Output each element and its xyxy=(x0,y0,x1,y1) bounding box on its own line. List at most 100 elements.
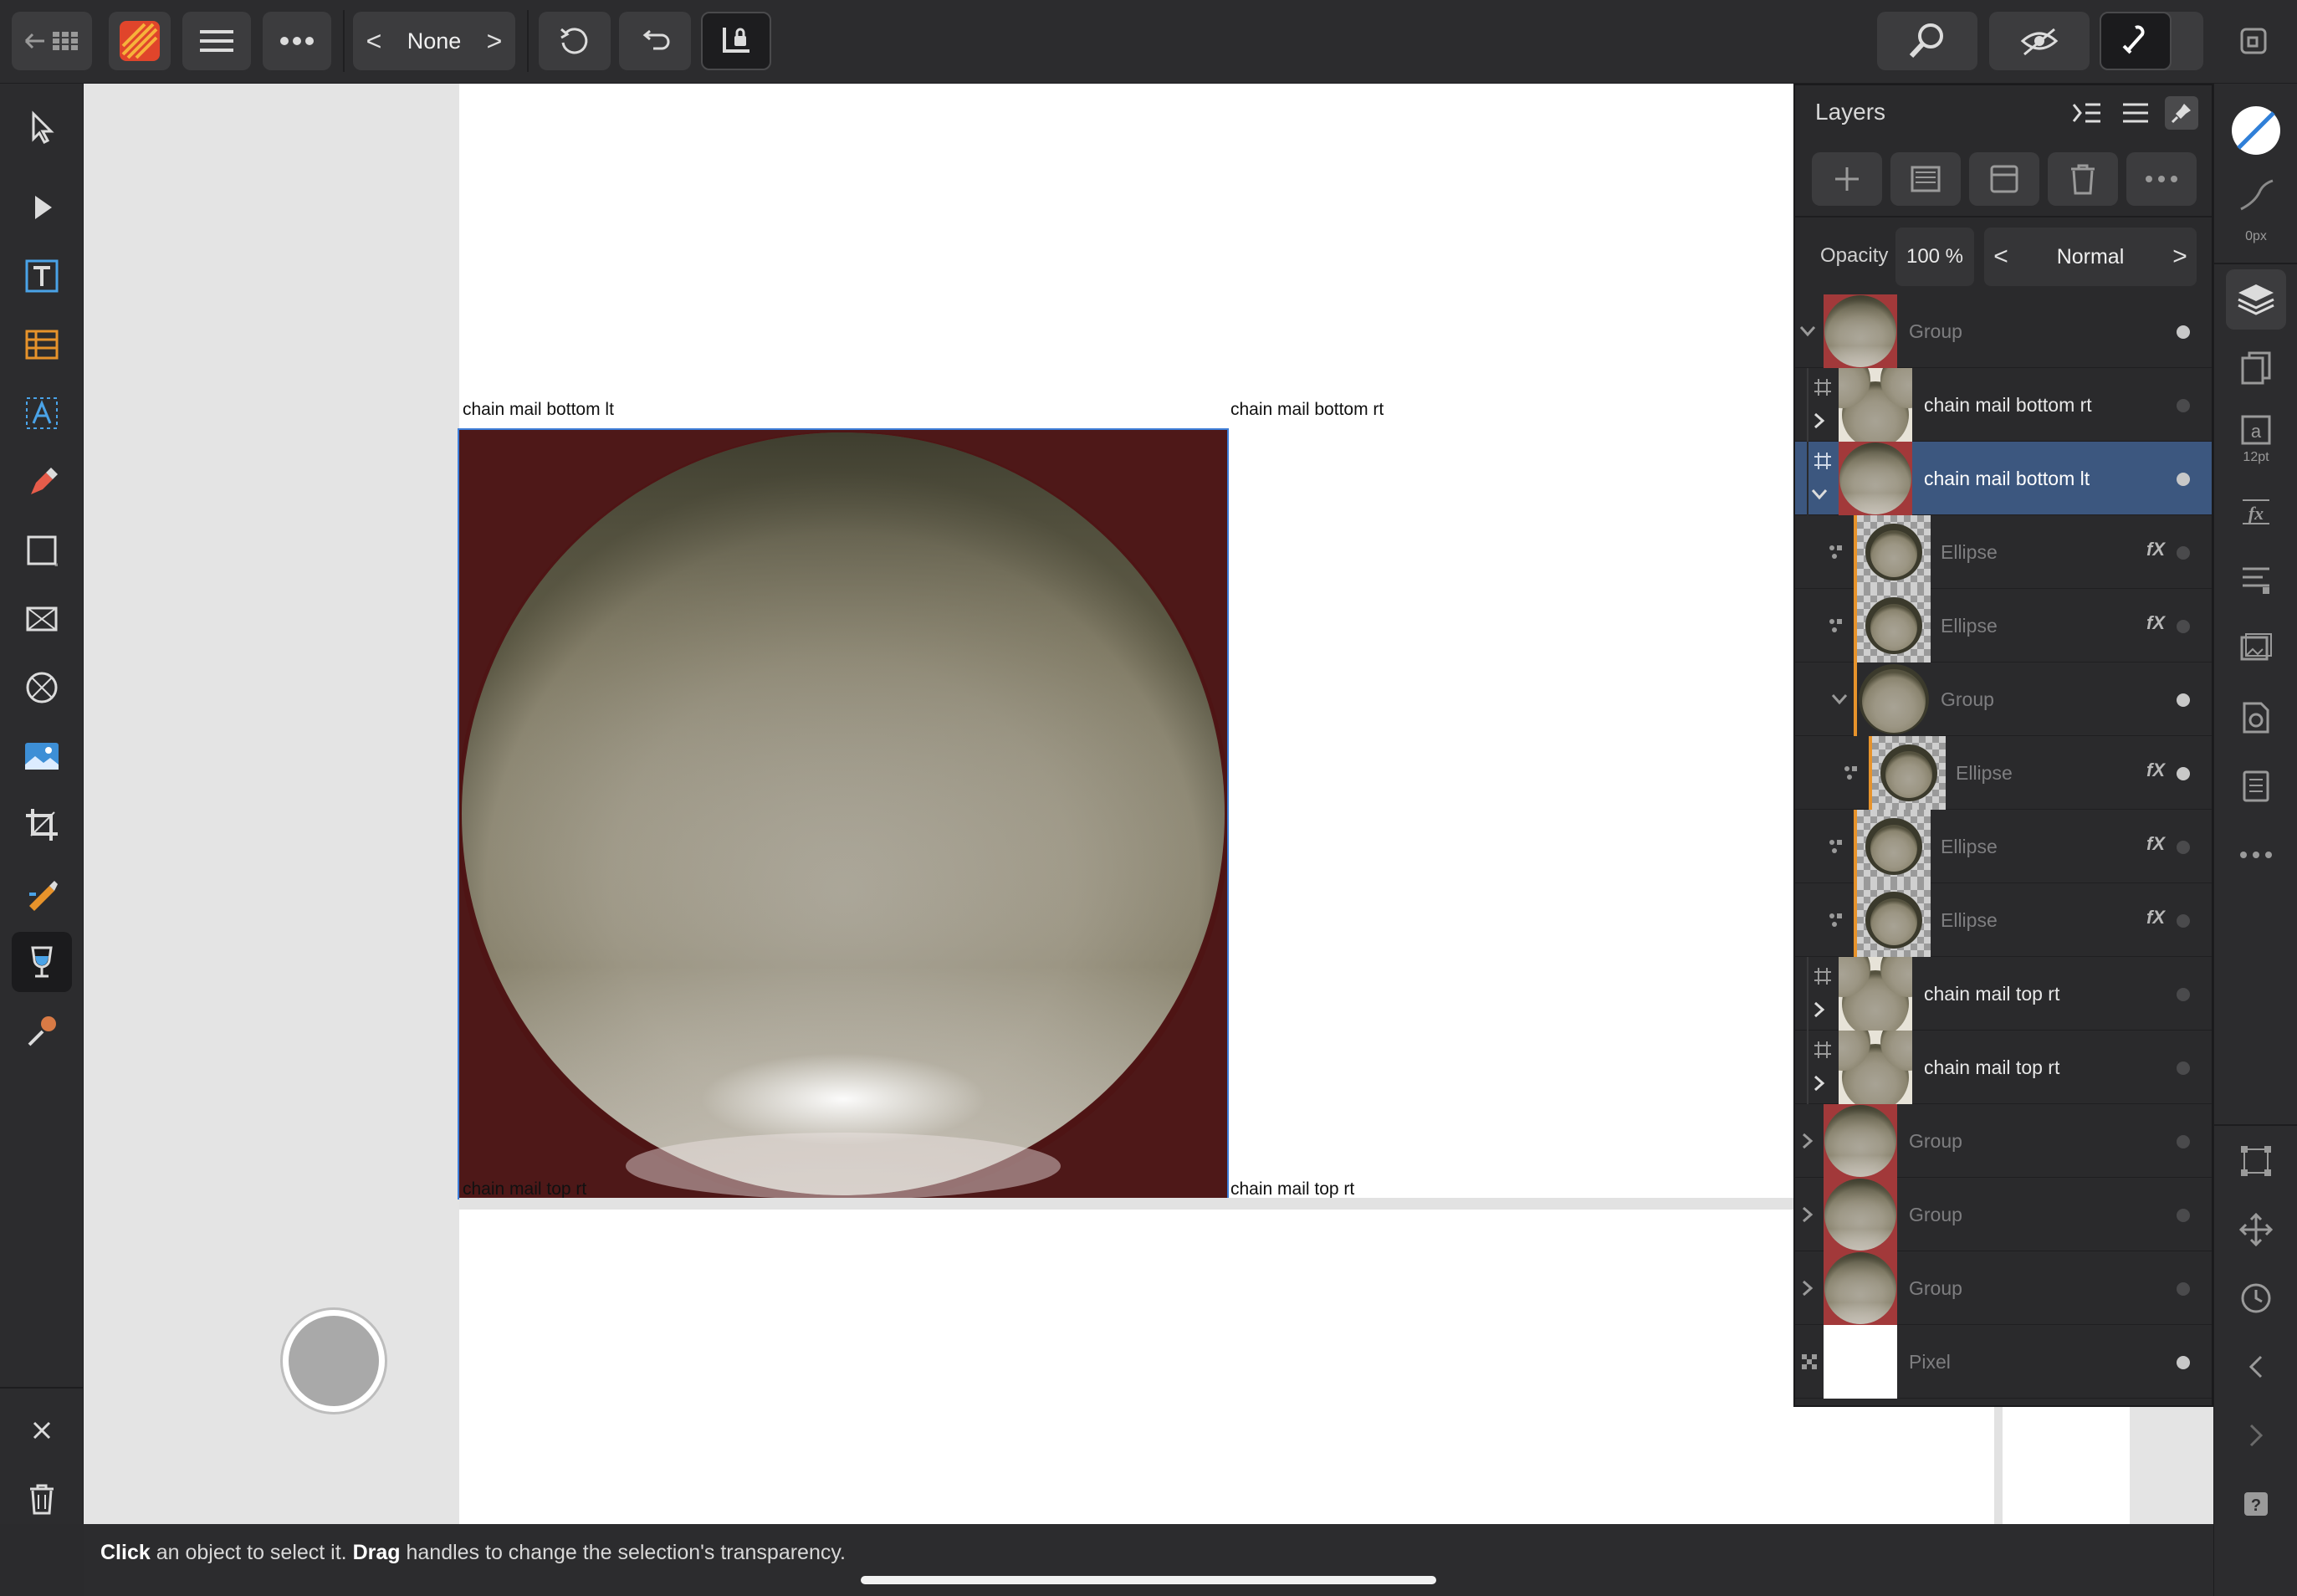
place-image-tool[interactable] xyxy=(12,726,72,786)
history-button[interactable] xyxy=(619,12,691,70)
layer-row[interactable]: Ellipse fX xyxy=(1795,736,2212,810)
text-styles-studio-button[interactable] xyxy=(2226,550,2286,611)
resource-manager-button[interactable] xyxy=(2226,619,2286,679)
expand-chevron[interactable] xyxy=(1795,316,1820,346)
transform-studio-button[interactable] xyxy=(2226,1131,2286,1191)
expand-chevron[interactable] xyxy=(1808,408,1830,433)
layer-row-selected[interactable]: chain mail bottom lt xyxy=(1795,442,2212,515)
more-options-button[interactable] xyxy=(263,12,331,70)
navigator-studio-button[interactable] xyxy=(2226,1200,2286,1260)
expand-chevron[interactable] xyxy=(1795,1126,1820,1156)
layer-visibility-dot[interactable] xyxy=(2177,399,2190,412)
layer-row[interactable]: Group xyxy=(1795,662,2212,736)
layer-visibility-dot[interactable] xyxy=(2177,1356,2190,1369)
fill-tool[interactable] xyxy=(12,863,72,923)
more-studios-button[interactable] xyxy=(2226,825,2286,885)
stock-studio-button[interactable] xyxy=(2226,756,2286,816)
layer-row[interactable]: Pixel xyxy=(1795,1325,2212,1399)
fx-badge[interactable]: fX xyxy=(2146,907,2165,928)
layer-visibility-dot[interactable] xyxy=(2177,693,2190,707)
layer-visibility-dot[interactable] xyxy=(2177,1209,2190,1222)
layer-row[interactable]: Ellipse fX xyxy=(1795,589,2212,662)
layer-row[interactable]: Ellipse fX xyxy=(1795,810,2212,883)
undo-button[interactable] xyxy=(539,12,611,70)
artboard-label-top-rt-right[interactable]: chain mail top rt xyxy=(1230,1179,1354,1200)
character-studio-button[interactable]: a xyxy=(2226,407,2286,453)
fx-badge[interactable]: fX xyxy=(2146,612,2165,634)
layers-studio-button[interactable] xyxy=(2226,269,2286,330)
expand-chevron[interactable] xyxy=(1808,997,1830,1022)
blend-mode-selector[interactable]: < Normal > xyxy=(1984,228,2197,286)
doc-nav-label[interactable]: None xyxy=(395,12,473,70)
layer-row[interactable]: Group xyxy=(1795,1251,2212,1325)
doc-prev-button[interactable]: < xyxy=(353,12,395,70)
layer-row[interactable]: chain mail top rt xyxy=(1795,1031,2212,1104)
layer-visibility-dot[interactable] xyxy=(2177,841,2190,854)
layer-row[interactable]: chain mail top rt xyxy=(1795,957,2212,1031)
blend-prev-button[interactable]: < xyxy=(1984,228,2018,286)
lock-button[interactable] xyxy=(701,12,771,70)
expand-chevron[interactable] xyxy=(1827,684,1852,714)
layer-visibility-dot[interactable] xyxy=(2177,1135,2190,1148)
close-context-button[interactable] xyxy=(12,1400,72,1460)
artistic-text-tool[interactable] xyxy=(12,383,72,443)
picture-frame-tool[interactable] xyxy=(12,589,72,649)
fx-badge[interactable]: fX xyxy=(2146,760,2165,781)
snapping-button[interactable] xyxy=(2100,12,2203,70)
layer-row[interactable]: Group xyxy=(1795,294,2212,368)
layers-collapse-button[interactable] xyxy=(2068,94,2106,132)
color-swatch-button[interactable] xyxy=(2226,100,2286,161)
layer-visibility-dot[interactable] xyxy=(2177,473,2190,486)
pages-studio-button[interactable] xyxy=(2226,338,2286,398)
layer-more-options-button[interactable] xyxy=(2126,152,2197,206)
artboard-label-bottom-rt[interactable]: chain mail bottom rt xyxy=(1230,400,1384,420)
document-settings-button[interactable] xyxy=(2226,688,2286,748)
effects-studio-button[interactable]: fx xyxy=(2226,482,2286,542)
color-picker-tool[interactable] xyxy=(12,1000,72,1061)
artboard-label-top-rt-left[interactable]: chain mail top rt xyxy=(463,1179,586,1200)
add-group-button[interactable] xyxy=(1969,152,2039,206)
artboard-chain-mail-bottom-lt[interactable] xyxy=(458,428,1229,1200)
frame-text-tool[interactable] xyxy=(12,246,72,306)
zoom-button[interactable] xyxy=(1877,12,1977,70)
rectangle-tool[interactable] xyxy=(12,520,72,581)
add-mask-button[interactable] xyxy=(1890,152,1961,206)
menu-button[interactable] xyxy=(182,12,251,70)
table-tool[interactable] xyxy=(12,315,72,375)
window-mode-button[interactable] xyxy=(2220,12,2287,70)
expand-chevron[interactable] xyxy=(1795,1200,1820,1230)
layer-visibility-dot[interactable] xyxy=(2177,988,2190,1001)
layer-row[interactable]: Group xyxy=(1795,1104,2212,1178)
collapse-strip-button[interactable] xyxy=(2226,1337,2286,1397)
layers-menu-button[interactable] xyxy=(2116,94,2155,132)
command-controller-button[interactable] xyxy=(283,1310,385,1412)
affinity-designer-persona-button[interactable] xyxy=(109,12,171,70)
layer-row[interactable]: Ellipse fX xyxy=(1795,515,2212,589)
layer-visibility-dot[interactable] xyxy=(2177,1061,2190,1075)
history-studio-button[interactable] xyxy=(2226,1268,2286,1328)
back-to-documents-button[interactable] xyxy=(12,12,92,70)
artboard-label-bottom-lt[interactable]: chain mail bottom lt xyxy=(463,400,614,420)
layer-row[interactable]: chain mail bottom rt xyxy=(1795,368,2212,442)
pen-tool[interactable] xyxy=(12,452,72,512)
doc-next-button[interactable]: > xyxy=(473,12,515,70)
expand-chevron[interactable] xyxy=(1808,1071,1830,1096)
crop-tool[interactable] xyxy=(12,795,72,855)
transparency-tool[interactable] xyxy=(12,932,72,992)
layer-visibility-dot[interactable] xyxy=(2177,914,2190,928)
expand-strip-button[interactable] xyxy=(2226,1405,2286,1466)
layer-visibility-dot[interactable] xyxy=(2177,1282,2190,1296)
layers-pin-button[interactable] xyxy=(2165,96,2198,130)
node-tool[interactable] xyxy=(12,177,72,238)
blend-next-button[interactable]: > xyxy=(2163,228,2197,286)
ellipse-frame-tool[interactable] xyxy=(12,657,72,718)
snapping-toggle[interactable] xyxy=(2100,12,2172,70)
fx-badge[interactable]: fX xyxy=(2146,833,2165,855)
layer-visibility-dot[interactable] xyxy=(2177,546,2190,560)
add-layer-button[interactable] xyxy=(1812,152,1882,206)
layer-visibility-dot[interactable] xyxy=(2177,767,2190,780)
fx-badge[interactable]: fX xyxy=(2146,539,2165,560)
move-tool[interactable] xyxy=(12,97,72,157)
delete-button[interactable] xyxy=(12,1469,72,1529)
help-button[interactable]: ? xyxy=(2226,1474,2286,1534)
